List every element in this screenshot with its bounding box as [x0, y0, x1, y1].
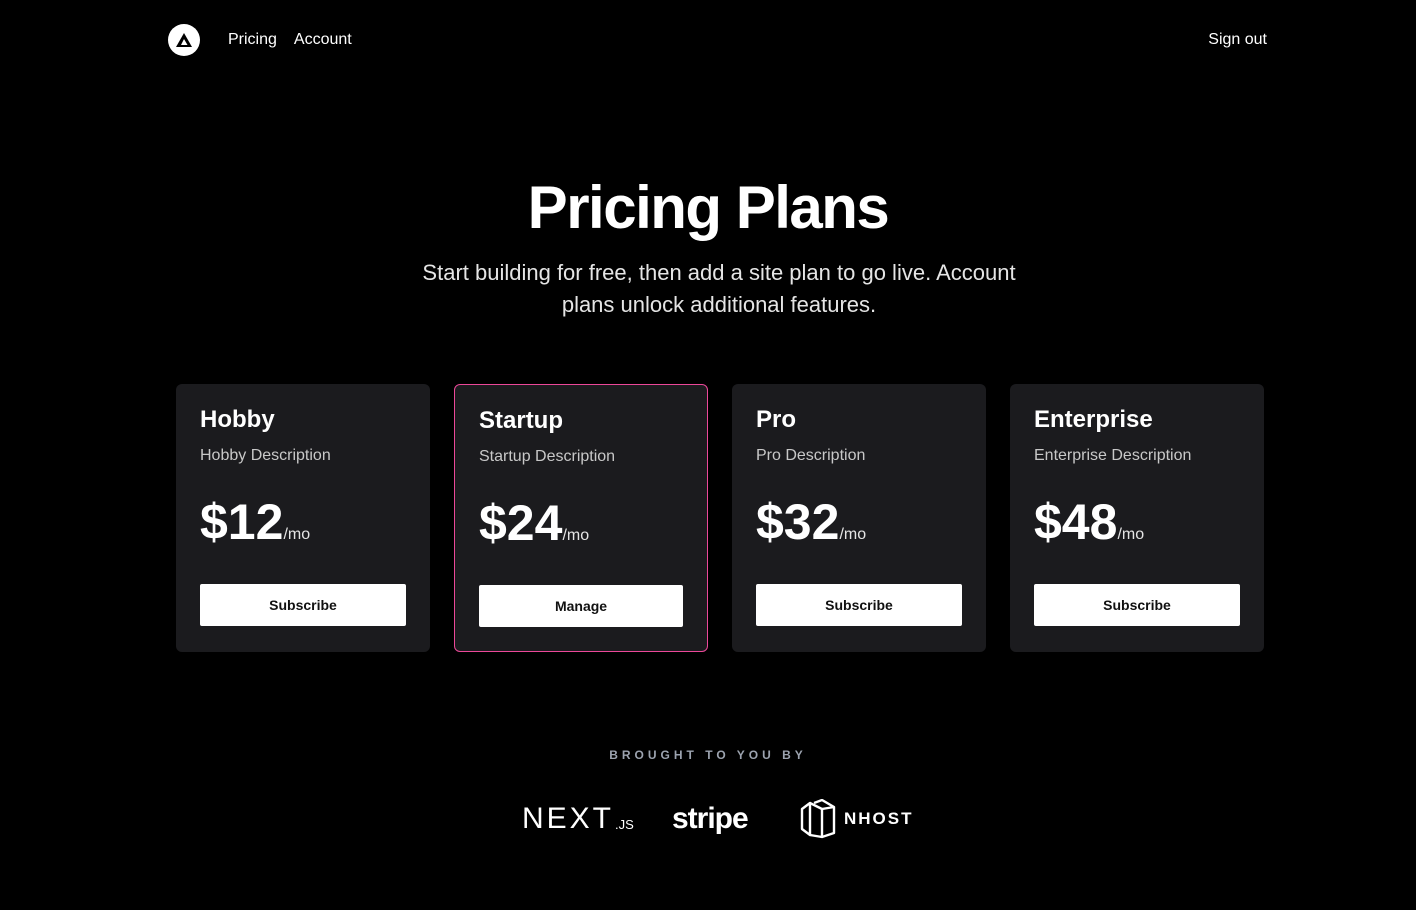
plan-name: Hobby: [200, 406, 275, 433]
plan-name: Startup: [479, 407, 563, 434]
stripe-logo[interactable]: stripe: [672, 796, 754, 842]
nextjs-logo[interactable]: NEXT .JS: [522, 796, 640, 842]
plan-price: $12 /mo: [200, 494, 406, 550]
sponsors-heading: BROUGHT TO YOU BY: [609, 748, 807, 762]
sponsor-logos: NEXT .JS stripe NHOST: [0, 796, 1416, 842]
subscribe-button-enterprise[interactable]: Subscribe: [1034, 584, 1240, 626]
plan-card-startup: Startup Startup Description $24 /mo Mana…: [454, 384, 708, 652]
page-subtitle: Start building for free, then add a site…: [422, 260, 1016, 317]
plan-description: Enterprise Description: [1034, 447, 1192, 464]
top-nav: Pricing Account Sign out: [168, 24, 1267, 56]
price-period: /mo: [1117, 526, 1145, 543]
price-amount: $24: [479, 495, 563, 551]
nav-link-pricing[interactable]: Pricing: [228, 31, 277, 49]
manage-button-startup[interactable]: Manage: [479, 585, 683, 627]
plan-description: Pro Description: [756, 447, 866, 464]
plan-description: Startup Description: [479, 448, 616, 465]
pricing-plans: Hobby Hobby Description $12 /mo Subscrib…: [176, 384, 1264, 652]
logo-glyph: [176, 33, 192, 47]
subscribe-button-hobby[interactable]: Subscribe: [200, 584, 406, 626]
triangle-logo-icon[interactable]: [168, 24, 200, 56]
plan-card-pro: Pro Pro Description $32 /mo Subscribe: [732, 384, 986, 652]
plan-price: $24 /mo: [479, 495, 683, 551]
nav-link-account[interactable]: Account: [294, 31, 352, 49]
plan-description: Hobby Description: [200, 447, 331, 464]
stripe-wordmark: stripe: [672, 802, 749, 835]
plan-name: Enterprise: [1034, 406, 1153, 433]
price-period: /mo: [283, 526, 311, 543]
nhost-logo[interactable]: NHOST: [800, 796, 920, 842]
plan-price: $48 /mo: [1034, 494, 1240, 550]
plan-name: Pro: [756, 406, 797, 433]
price-amount: $32: [756, 494, 840, 550]
nextjs-wordmark: NEXT: [522, 802, 615, 835]
sign-out-link[interactable]: Sign out: [1208, 31, 1267, 49]
nhost-wordmark: NHOST: [844, 809, 914, 828]
price-period: /mo: [562, 527, 590, 544]
page-title: Pricing Plans: [527, 174, 890, 241]
subscribe-button-pro[interactable]: Subscribe: [756, 584, 962, 626]
plan-card-enterprise: Enterprise Enterprise Description $48 /m…: [1010, 384, 1264, 652]
plan-price: $32 /mo: [756, 494, 962, 550]
price-amount: $12: [200, 494, 284, 550]
price-period: /mo: [839, 526, 867, 543]
plan-card-hobby: Hobby Hobby Description $12 /mo Subscrib…: [176, 384, 430, 652]
nhost-mark-icon: [800, 799, 836, 839]
price-amount: $48: [1034, 494, 1118, 550]
nextjs-suffix: .JS: [615, 816, 634, 832]
